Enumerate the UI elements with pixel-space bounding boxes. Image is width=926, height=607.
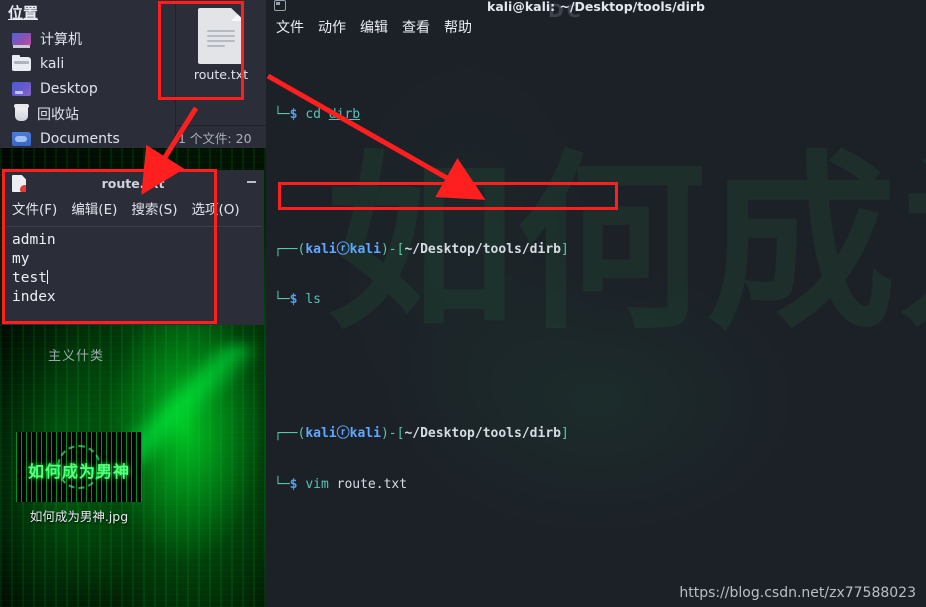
sidebar-item-label: 计算机 [40,31,82,48]
editor-menu-file[interactable]: 文件(F) [12,198,57,218]
file-item-label: route.txt [193,67,249,82]
text-file-icon [198,8,244,64]
terminal-line: └─$ vim route.txt [274,476,408,492]
terminal-titlebar[interactable]: kali@kali: ~/Desktop/tools/dirb [266,0,926,18]
editor-line: my [12,251,30,267]
prompt-host: kali [349,241,381,257]
editor-menu-edit[interactable]: 编辑(E) [71,198,117,218]
editor-menu-search[interactable]: 搜索(S) [131,198,177,218]
prompt-at-icon: ⓡ [336,241,350,257]
terminal-title: kali@kali: ~/Desktop/tools/dirb [487,0,705,14]
menu-item-actions[interactable]: 动作 [318,17,346,37]
menu-item-file[interactable]: 文件 [276,17,304,37]
documents-folder-icon [12,131,31,146]
desktop-folder-icon [12,81,31,96]
sidebar-item-label: 回收站 [37,106,79,123]
terminal-window[interactable]: 如何成为男神 DC kali@kali: ~/Desktop/tools/dir… [266,0,926,607]
terminal-prompt-line: ┌──(kaliⓡkali)-[~/Desktop/tools/dirb] [274,241,569,257]
terminal-line: └─$ cd dirb [274,107,361,123]
sidebar-item-label: Desktop [40,80,98,97]
prompt-host: kali [349,426,381,442]
prompt-cwd: ~/Desktop/tools/dirb [404,241,561,257]
sidebar-item-label: kali [40,55,65,72]
cmd-vim: vim [305,476,329,492]
folder-open-icon [12,54,31,71]
editor-titlebar[interactable]: route.txt [2,170,264,196]
sidebar-item-kali[interactable]: kali [0,51,175,76]
minimize-icon[interactable] [247,181,256,183]
sidebar-item-label: Documents [40,130,120,147]
text-editor-window[interactable]: route.txt 文件(F) 编辑(E) 搜索(S) 选项(O) admin … [2,170,264,325]
editor-title: route.txt [101,175,165,191]
menu-item-help[interactable]: 帮助 [444,17,472,37]
editor-line-text: test [12,270,47,286]
sidebar-item-trash[interactable]: 回收站 [0,101,175,126]
file-manager-statusbar: 1 个文件: 20 [178,131,252,146]
file-item-route-txt[interactable]: route.txt [184,8,258,82]
prompt-user: kali [305,426,337,442]
computer-icon [12,32,31,45]
editor-text-area[interactable]: admin my test index [6,226,262,325]
wallpaper-caption: 主义什类 [48,349,105,364]
cmd-cd: cd [305,107,321,123]
trash-icon [14,104,29,121]
file-list-area[interactable]: route.txt [176,0,266,125]
cmd-ls: ls [305,291,321,307]
terminal-output[interactable]: └─$ cd dirb ┌──(kaliⓡkali)-[~/Desktop/to… [274,40,919,607]
terminal-prompt-line: ┌──(kaliⓡkali)-[~/Desktop/tools/dirb] [274,426,569,442]
editor-line-with-caret: test [12,269,256,288]
menu-item-edit[interactable]: 编辑 [360,17,388,37]
file-manager-window[interactable]: 位置 计算机 kali Desktop 回收站 Documents route.… [0,0,266,148]
menu-item-view[interactable]: 查看 [402,17,430,37]
sidebar-item-desktop[interactable]: Desktop [0,76,175,101]
cmd-vim-arg: route.txt [336,476,408,492]
modified-document-icon [12,175,26,192]
editor-line: index [12,289,56,305]
prompt-at-icon: ⓡ [336,426,350,442]
places-heading: 位置 [8,4,39,22]
terminal-menubar[interactable]: 文件 动作 编辑 查看 帮助 [276,17,472,37]
statusbar-divider [176,125,266,126]
file-manager-sidebar[interactable]: 计算机 kali Desktop 回收站 Documents [0,26,175,148]
editor-menubar[interactable]: 文件(F) 编辑(E) 搜索(S) 选项(O) [2,196,264,222]
csdn-watermark: https://blog.csdn.net/zx77588023 [679,585,916,601]
sidebar-item-documents[interactable]: Documents [0,126,175,148]
file-icon-lines [207,30,235,50]
thumbnail-text: 如何成为男神 [27,462,130,481]
screen: 主义什类 如何成为男神 如何成为男神.jpg 如何成为男神 DC kali@ka… [0,0,926,607]
editor-menu-options[interactable]: 选项(O) [192,198,240,218]
sidebar-item-computer[interactable]: 计算机 [0,26,175,51]
cmd-cd-arg: dirb [328,107,361,123]
prompt-cwd: ~/Desktop/tools/dirb [404,426,561,442]
terminal-line: └─$ ls [274,291,321,307]
desktop-icon-label: 如何成为男神.jpg [29,509,129,524]
desktop-icon-image-file[interactable]: 如何成为男神 如何成为男神.jpg [14,432,144,525]
text-caret [46,270,48,284]
prompt-user: kali [305,241,337,257]
page-fold-corner [231,8,244,21]
editor-line: admin [12,232,56,248]
desktop-icon-thumbnail: 如何成为男神 [16,432,142,502]
